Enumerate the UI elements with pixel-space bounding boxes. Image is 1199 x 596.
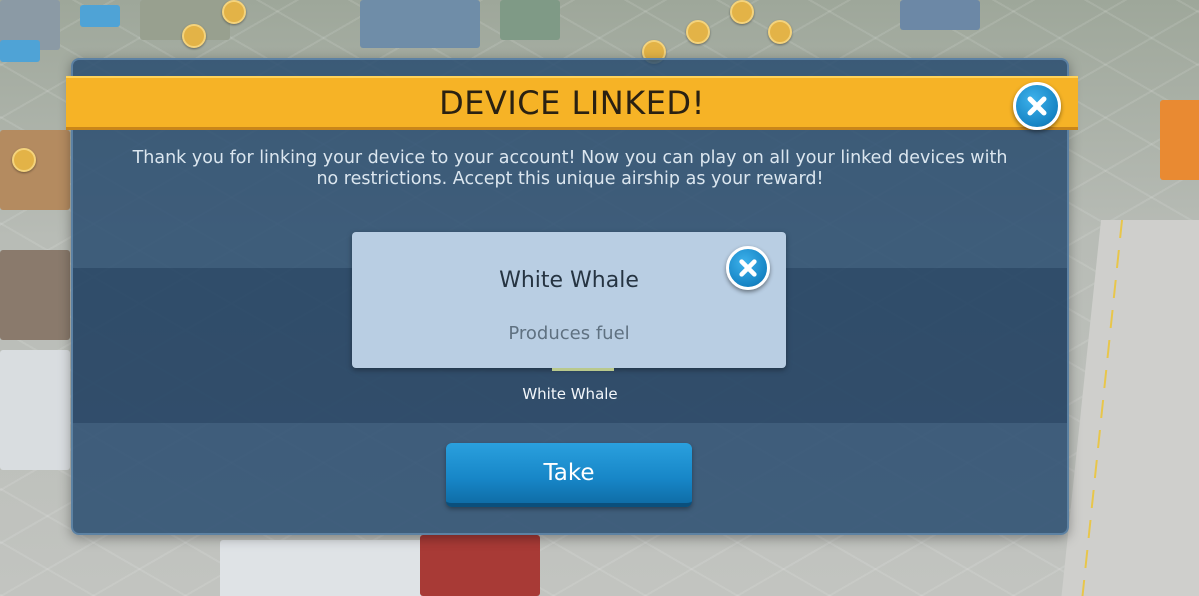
snow-area	[0, 350, 70, 470]
reward-card-description: Produces fuel	[508, 323, 630, 344]
coin-icon	[12, 148, 36, 172]
airport-runway	[1058, 220, 1199, 596]
coin-icon	[768, 20, 792, 44]
building	[1160, 100, 1199, 180]
dialog-title: DEVICE LINKED!	[439, 83, 705, 122]
reward-item-highlight	[552, 368, 614, 371]
building	[0, 250, 70, 340]
coin-icon	[222, 0, 246, 24]
coin-icon	[730, 0, 754, 24]
title-banner: DEVICE LINKED!	[66, 76, 1078, 130]
pool	[0, 40, 40, 62]
close-icon	[739, 259, 757, 277]
close-dialog-button[interactable]	[1013, 82, 1061, 130]
close-card-button[interactable]	[726, 246, 770, 290]
reward-card-title: White Whale	[499, 268, 639, 293]
reward-info-card: White Whale Produces fuel	[352, 232, 786, 368]
building	[900, 0, 980, 30]
building	[500, 0, 560, 40]
building	[0, 130, 70, 210]
building	[360, 0, 480, 48]
rollercoaster	[420, 535, 540, 596]
pool	[80, 5, 120, 27]
close-icon	[1027, 96, 1047, 116]
coin-icon	[686, 20, 710, 44]
coin-icon	[182, 24, 206, 48]
take-button[interactable]: Take	[446, 443, 692, 507]
dialog-message: Thank you for linking your device to you…	[132, 148, 1008, 189]
reward-item-label: White Whale	[522, 385, 618, 403]
